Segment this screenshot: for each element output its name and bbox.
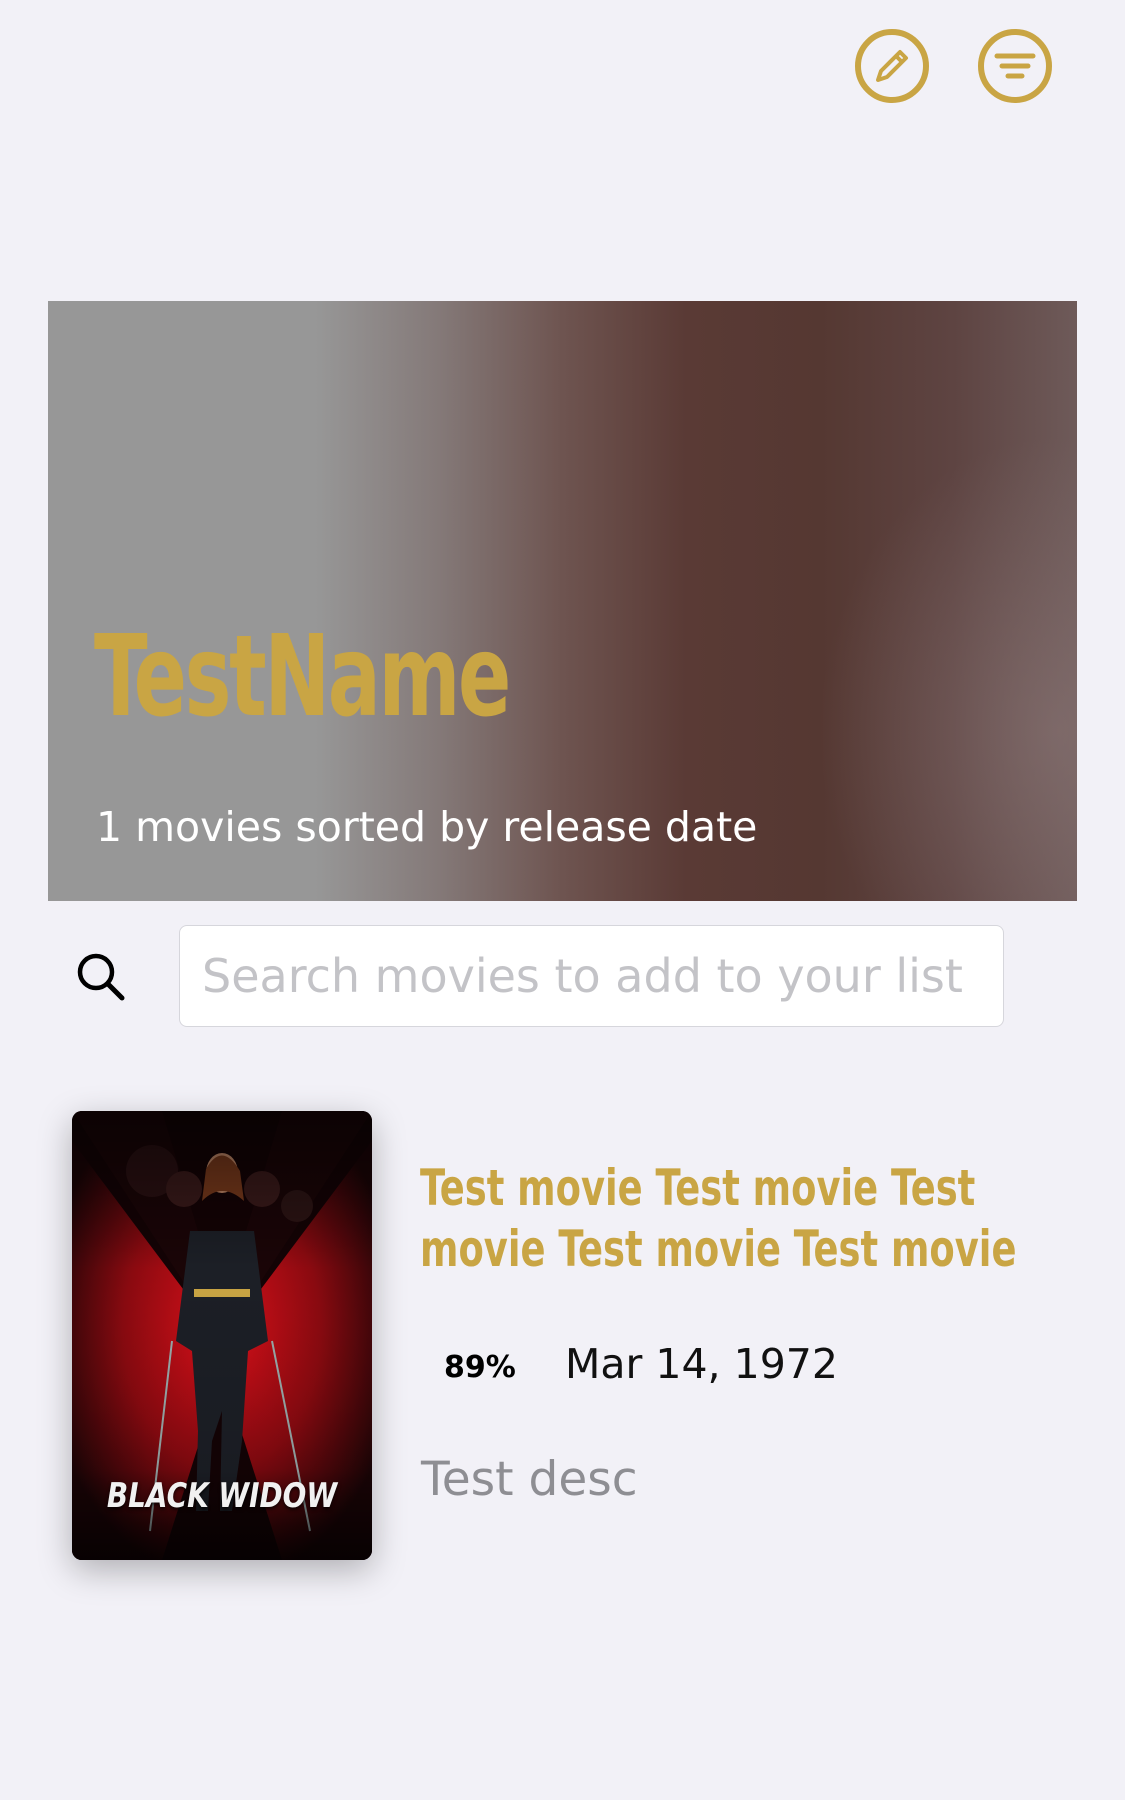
pencil-icon (855, 29, 929, 103)
movie-poster: BLACK WIDOW (72, 1111, 372, 1560)
edit-button[interactable] (854, 28, 930, 104)
filter-button[interactable] (977, 28, 1053, 104)
movie-rating: 89% (444, 1350, 516, 1385)
search-input[interactable] (179, 925, 1004, 1027)
movie-description: Test desc (421, 1452, 638, 1507)
search-icon (74, 950, 128, 1004)
poster-title: BLACK WIDOW (106, 1476, 338, 1516)
list-title: TestName (94, 612, 511, 742)
filter-icon (978, 29, 1052, 103)
movie-list-item[interactable]: BLACK WIDOW Test movie Test movie Test m… (0, 1100, 1125, 1570)
movie-release-date: Mar 14, 1972 (565, 1340, 838, 1388)
list-subtitle: 1 movies sorted by release date (96, 803, 758, 851)
list-header-card: TestName 1 movies sorted by release date (48, 301, 1077, 901)
movie-title: Test movie Test movie Test movie Test mo… (420, 1159, 1017, 1278)
